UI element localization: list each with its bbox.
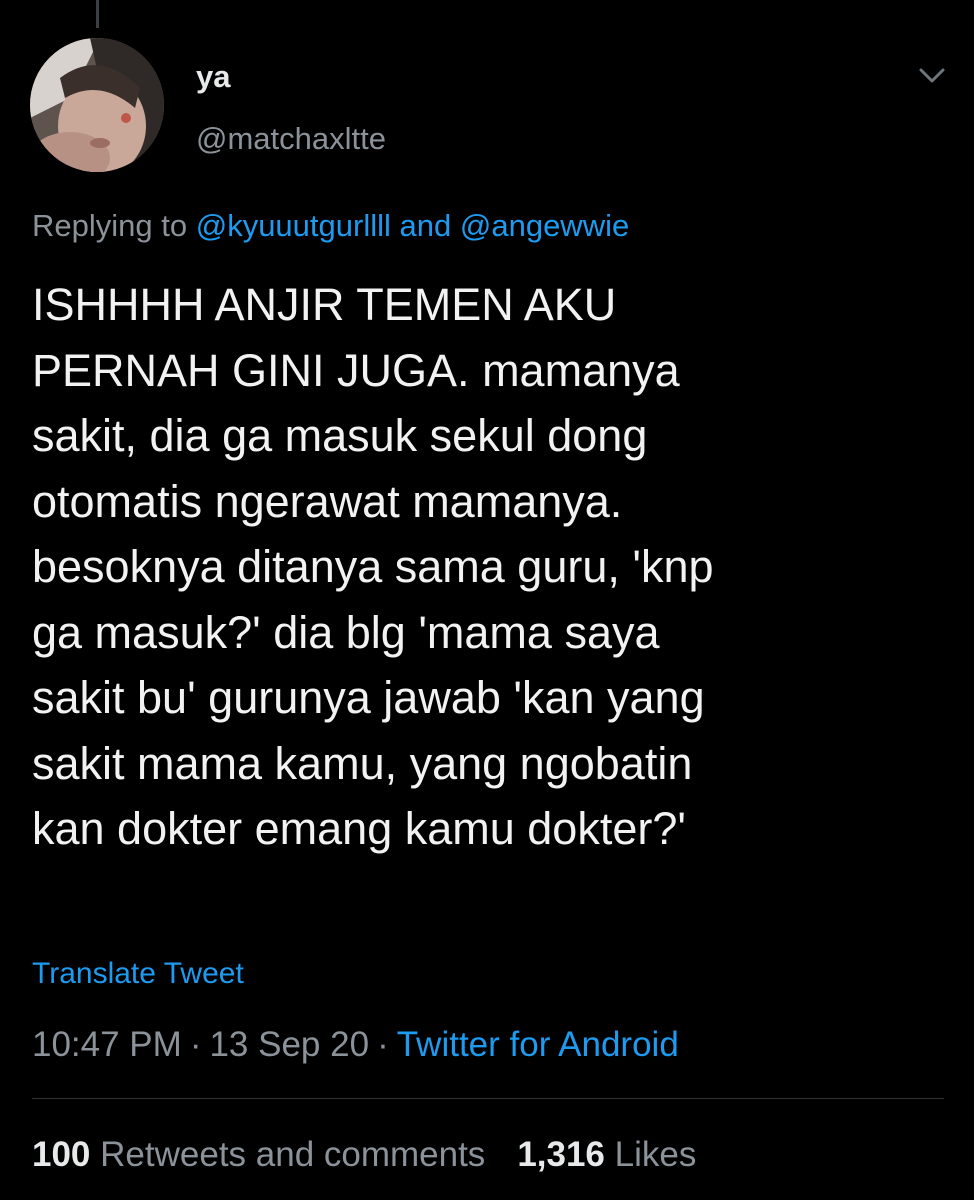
author-handle[interactable]: @matchaxltte: [196, 120, 386, 158]
tweet-source-link[interactable]: Twitter for Android: [397, 1025, 679, 1064]
tweet-date[interactable]: 13 Sep 20: [209, 1025, 369, 1064]
avatar[interactable]: [30, 38, 164, 172]
likes-label: Likes: [614, 1135, 697, 1174]
author-display-name[interactable]: ya: [196, 58, 230, 96]
replying-to-prefix: Replying to: [32, 208, 188, 243]
divider: [32, 1098, 944, 1099]
chevron-down-icon: [919, 68, 945, 83]
tweet-metadata: 10:47 PM · 13 Sep 20 · Twitter for Android: [32, 1023, 679, 1067]
meta-separator: ·: [377, 1025, 389, 1064]
likes-stat[interactable]: 1,316 Likes: [517, 1135, 696, 1174]
retweets-stat[interactable]: 100 Retweets and comments: [32, 1135, 485, 1174]
tweet-time[interactable]: 10:47 PM: [32, 1025, 182, 1064]
translate-tweet-link[interactable]: Translate Tweet: [32, 954, 244, 994]
meta-separator: ·: [189, 1025, 202, 1064]
reply-mention-link[interactable]: @angewwie: [460, 208, 629, 243]
retweets-count: 100: [32, 1135, 91, 1174]
retweets-label: Retweets and comments: [100, 1135, 486, 1174]
avatar-photo: [30, 38, 164, 172]
replying-to-line: Replying to @kyuuutgurllll and @angewwie: [32, 206, 629, 246]
tweet-text: ISHHHH ANJIR TEMEN AKU PERNAH GINI JUGA.…: [32, 279, 714, 854]
likes-count: 1,316: [517, 1135, 605, 1174]
tweet-stats: 100 Retweets and comments 1,316 Likes: [32, 1133, 696, 1177]
replying-to-conjunction: and: [399, 208, 452, 243]
more-options-button[interactable]: [914, 58, 950, 94]
reply-mention-link[interactable]: @kyuuutgurllll: [196, 208, 391, 243]
thread-connector-line: [96, 0, 99, 28]
